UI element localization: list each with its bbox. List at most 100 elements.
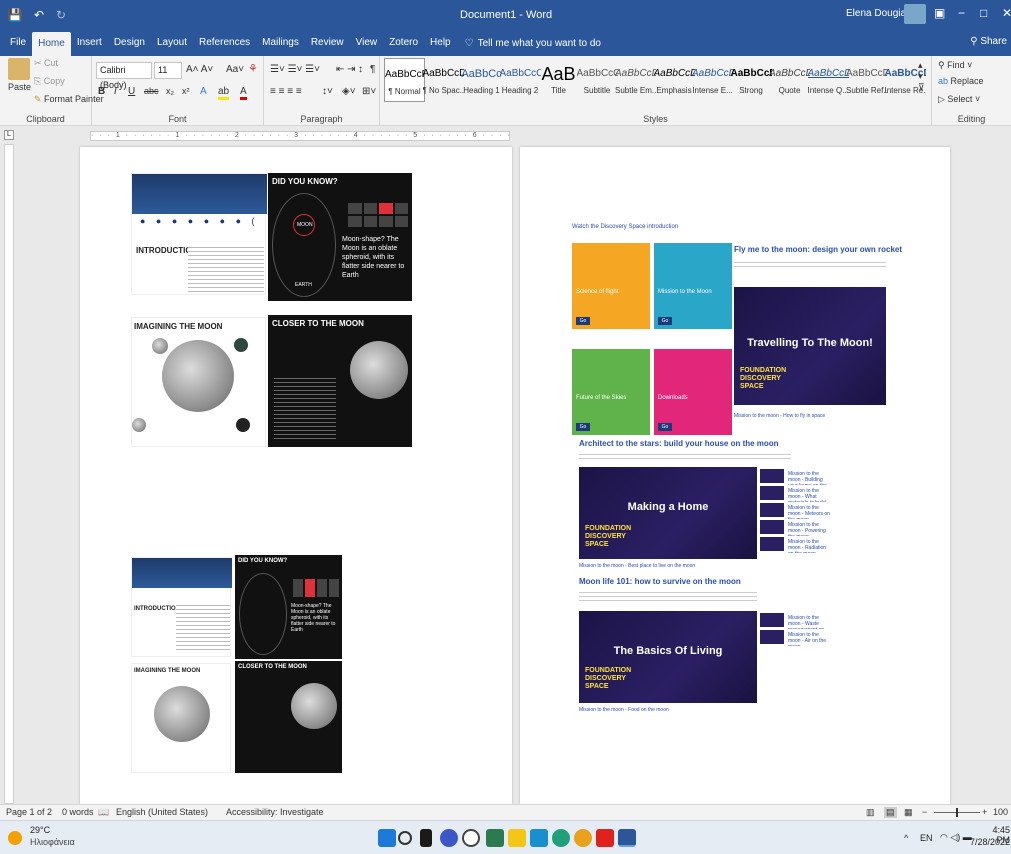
cut-button[interactable]: ✂ Cut [34, 58, 58, 69]
document-page-2[interactable]: Watch the Discovery Space introduction S… [520, 147, 950, 804]
ruler-track[interactable]: · · · 1 · · · · · · 1 · · · · · · 2 · · … [90, 131, 510, 141]
tab-zotero[interactable]: Zotero [383, 31, 424, 55]
video-thumbnail-title[interactable]: Mission to the moon - Building your home… [788, 471, 832, 485]
video-thumbnail[interactable] [760, 520, 784, 534]
edge-icon[interactable] [552, 829, 570, 847]
italic-icon[interactable]: I [114, 86, 117, 97]
card-button[interactable]: Go [576, 423, 590, 431]
pilcrow-icon[interactable]: ¶ [370, 64, 375, 75]
video-thumbnail-title[interactable]: Mission to the moon - Powering the moon [788, 522, 832, 536]
horizontal-ruler[interactable]: L · · · 1 · · · · · · 1 · · · · · · 2 · … [0, 127, 1011, 144]
undo-icon[interactable]: ↶ [30, 6, 48, 24]
styles-more-icon[interactable]: ▴ ▾ ⊽ [918, 60, 925, 93]
vertical-ruler[interactable] [4, 144, 14, 804]
style-7[interactable]: AaBbCcDc Emphasis [654, 58, 695, 102]
style-8[interactable]: AaBbCcDc Intense E... [692, 58, 733, 102]
video-making-home[interactable]: Making a Home FOUNDATION DISCOVERY SPACE [579, 467, 757, 559]
zoom-in-icon[interactable]: + [982, 807, 987, 817]
tab-design[interactable]: Design [108, 31, 151, 55]
show-hidden-icon[interactable]: ^ [904, 833, 908, 843]
subscript-icon[interactable]: x₂ [166, 86, 174, 96]
borders-icon[interactable]: ⊞˅ [362, 86, 376, 97]
word-icon[interactable] [618, 829, 636, 847]
style-9[interactable]: AaBbCcDc Strong [731, 58, 772, 102]
video-thumbnail-title[interactable]: Mission to the moon - Air on the moon [788, 632, 832, 646]
style-1[interactable]: AaBbCcDc ¶ No Spac... [423, 58, 464, 102]
copy-button[interactable]: ⎘ Copy [34, 76, 65, 87]
tab-view[interactable]: View [350, 31, 384, 55]
language-status[interactable]: English (United States) [116, 807, 208, 817]
style-11[interactable]: AaBbCcDc Intense Q... [808, 58, 849, 102]
tab-references[interactable]: References [193, 31, 256, 55]
user-name[interactable]: Elena Dougia [846, 8, 906, 19]
line-spacing-icon[interactable]: ↕˅ [322, 86, 333, 97]
font-size-combo[interactable]: 11 [154, 62, 182, 79]
video-thumbnail[interactable] [760, 503, 784, 517]
replace-button[interactable]: ab Replace [938, 76, 984, 86]
dell-icon[interactable] [462, 829, 480, 847]
weather-icon[interactable] [8, 831, 22, 845]
ribbon-display-icon[interactable]: ▣ [934, 6, 945, 20]
word-count[interactable]: 0 words [62, 807, 94, 817]
minimize-button[interactable]: − [958, 6, 965, 20]
redo-icon[interactable]: ↻ [52, 6, 70, 24]
video2-caption[interactable]: Mission to the moon - Best place to live… [579, 563, 695, 569]
close-button[interactable]: ✕ [1002, 6, 1011, 20]
zoom-level[interactable]: 100 [993, 807, 1008, 817]
style-3[interactable]: AaBbCcC Heading 2 [500, 58, 541, 102]
style-5[interactable]: AaBbCcC Subtitle [577, 58, 618, 102]
video-thumbnail[interactable] [760, 469, 784, 483]
zoom-out-icon[interactable]: − [922, 807, 927, 817]
align-icon[interactable]: ≡ ≡ ≡ ≡ [270, 86, 302, 97]
weather-temp[interactable]: 29°C [30, 825, 50, 835]
weather-status[interactable]: Ηλιοφάνεια [30, 837, 75, 847]
strikethrough-icon[interactable]: abc [144, 86, 159, 96]
video-thumbnail-title[interactable]: Mission to the moon - Meteors on the moo… [788, 505, 832, 519]
avatar[interactable] [904, 4, 926, 24]
video-thumbnail[interactable] [760, 537, 784, 551]
text-effects-icon[interactable]: A [200, 86, 207, 97]
video-thumbnail[interactable] [760, 613, 784, 627]
superscript-icon[interactable]: x² [182, 86, 190, 96]
share-button[interactable]: ⚲ Share [970, 36, 1007, 47]
wifi-icon[interactable]: ◠ ◁) ▬ [940, 832, 972, 843]
teams-chat-icon[interactable] [440, 829, 458, 847]
save-icon[interactable]: 💾 [6, 6, 24, 24]
font-name-combo[interactable]: Calibri (Body) [96, 62, 152, 90]
style-12[interactable]: AaBbCcDc Subtle Ref... [846, 58, 887, 102]
card-button[interactable]: Go [658, 317, 672, 325]
input-language[interactable]: EN [920, 833, 933, 843]
web-layout-icon[interactable]: ▦ [904, 807, 913, 818]
bullets-icon[interactable]: ☰˅ ☰˅ ☰˅ [270, 64, 320, 75]
search-icon[interactable] [398, 831, 412, 845]
change-case-icon[interactable]: Aa˅ [226, 64, 244, 75]
store-icon[interactable] [486, 829, 504, 847]
video3-caption[interactable]: Mission to the moon - Food on the moon [579, 707, 669, 713]
video-thumbnail[interactable] [760, 486, 784, 500]
paste-icon[interactable] [8, 58, 30, 80]
zoom-slider-thumb[interactable] [956, 808, 958, 817]
tab-review[interactable]: Review [305, 31, 350, 55]
shading-icon[interactable]: ◈˅ [342, 86, 356, 97]
restore-button[interactable]: □ [980, 6, 987, 20]
task-view-icon[interactable] [420, 829, 432, 847]
read-mode-icon[interactable]: ▥ [866, 807, 875, 818]
tab-layout[interactable]: Layout [151, 31, 193, 55]
tell-me-box[interactable]: ♡ Tell me what you want to do [465, 38, 601, 49]
print-layout-icon[interactable]: ▤ [884, 807, 897, 818]
highlight-icon[interactable]: ab [218, 86, 230, 100]
accessibility-status[interactable]: Accessibility: Investigate [226, 807, 324, 817]
card-button[interactable]: Go [576, 317, 590, 325]
tab-insert[interactable]: Insert [71, 31, 108, 55]
video-basics-living[interactable]: The Basics Of Living FOUNDATION DISCOVERY… [579, 611, 757, 703]
style-0[interactable]: AaBbCcDc ¶ Normal [384, 58, 425, 102]
card-future-skies[interactable]: Future of the Skies Go [572, 349, 650, 435]
style-10[interactable]: AaBbCcDc Quote [769, 58, 810, 102]
card-science-of-flight[interactable]: Science of flight Go [572, 243, 650, 329]
tab-mailings[interactable]: Mailings [256, 31, 305, 55]
video1-caption[interactable]: Mission to the moon - How to fly in spac… [734, 413, 825, 419]
card-downloads[interactable]: Downloads Go [654, 349, 732, 435]
sort-icon[interactable]: ↕ [358, 64, 363, 75]
video-thumbnail-title[interactable]: Mission to the moon - Waste management o… [788, 615, 832, 629]
video-thumbnail-title[interactable]: Mission to the moon - Radiation on the m… [788, 539, 832, 553]
